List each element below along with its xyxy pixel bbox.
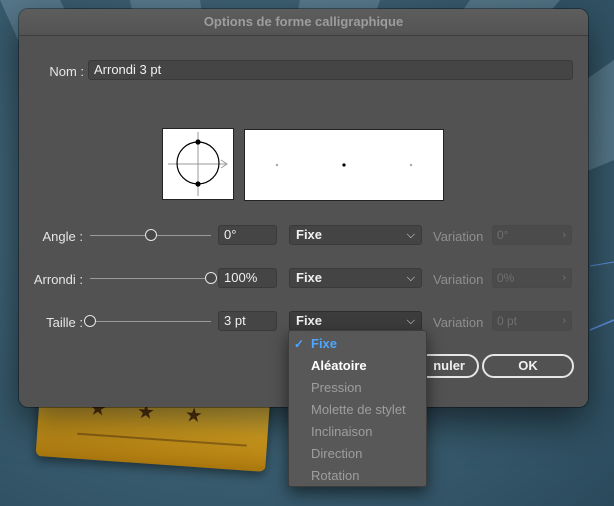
size-variation-field: 0 pt › [492, 311, 572, 331]
size-field[interactable]: 3 pt [218, 311, 277, 331]
stroke-preview-dots [275, 163, 413, 167]
chevron-right-icon: › [562, 229, 566, 241]
size-mode-select[interactable]: Fixe ⌵ [289, 311, 422, 331]
roundness-mode-value: Fixe [296, 270, 323, 285]
chevron-right-icon: › [562, 272, 566, 284]
menu-item-molette: Molette de stylet [311, 402, 406, 417]
roundness-variation-field: 0% › [492, 268, 572, 288]
roundness-variation-label: Variation [433, 272, 484, 287]
name-field[interactable]: Arrondi 3 pt [88, 60, 573, 80]
size-mode-value: Fixe [296, 313, 323, 328]
angle-mode-value: Fixe [296, 227, 323, 242]
size-label: Taille : [46, 315, 83, 330]
size-slider-thumb[interactable] [84, 315, 96, 327]
angle-field[interactable]: 0° [218, 225, 277, 245]
menu-item-label: Fixe [311, 336, 338, 351]
angle-variation-label: Variation [433, 229, 484, 244]
roundness-variation-value: 0% [497, 271, 515, 285]
ticket-stripe [77, 432, 247, 447]
roundness-label: Arrondi : [33, 272, 83, 287]
checkmark-icon: ✓ [294, 337, 305, 351]
angle-mode-select[interactable]: Fixe ⌵ [289, 225, 422, 245]
roundness-mode-select[interactable]: Fixe ⌵ [289, 268, 422, 288]
size-slider-track[interactable] [90, 321, 211, 322]
chevron-down-icon: ⌵ [406, 272, 415, 284]
roundness-field[interactable]: 100% [218, 268, 277, 288]
menu-item-fixe[interactable]: ✓ Fixe [289, 333, 426, 355]
title-divider [19, 35, 588, 36]
chevron-down-icon: ⌵ [406, 229, 415, 241]
menu-item-direction: Direction [311, 446, 363, 461]
roundness-slider-thumb[interactable] [205, 272, 217, 284]
size-variation-value: 0 pt [497, 314, 518, 328]
chevron-down-icon: ⌵ [406, 315, 415, 327]
angle-variation-value: 0° [497, 228, 509, 242]
chevron-right-icon: › [562, 315, 566, 327]
name-label: Nom : [49, 64, 84, 79]
dialog-title[interactable]: Options de forme calligraphique [19, 9, 588, 35]
brush-shape-preview[interactable] [162, 128, 234, 200]
roundness-slider-track[interactable] [90, 278, 211, 279]
menu-item-pression: Pression [311, 380, 362, 395]
size-variation-label: Variation [433, 315, 484, 330]
angle-slider-thumb[interactable] [144, 229, 157, 241]
menu-item-aleatoire[interactable]: Aléatoire [289, 355, 426, 377]
brush-shape-diagram [168, 132, 228, 196]
menu-item-rotation: Rotation [311, 468, 360, 483]
brush-stroke-preview [244, 129, 444, 201]
menu-item-inclinaison: Inclinaison [311, 424, 373, 439]
angle-variation-field: 0° › [492, 225, 572, 245]
ok-button[interactable]: OK [482, 354, 574, 378]
size-mode-dropdown-menu: ✓ Fixe Aléatoire Pression Molette de sty… [288, 330, 427, 487]
angle-label: Angle : [42, 229, 83, 244]
